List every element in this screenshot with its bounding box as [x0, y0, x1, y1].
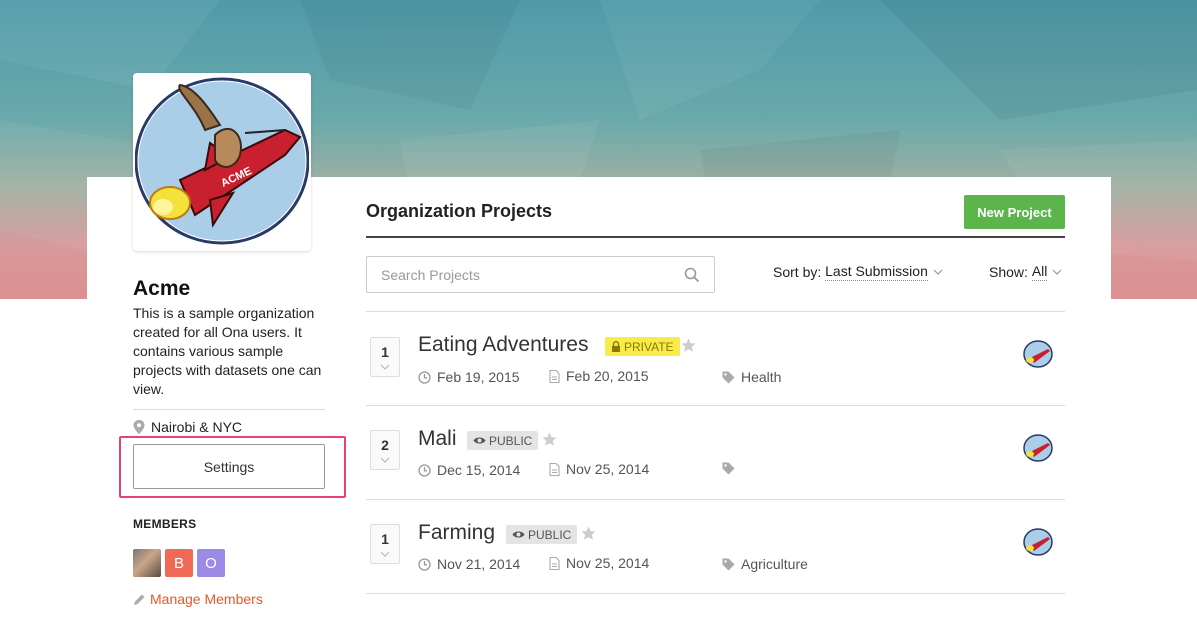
created-date: Feb 19, 2015 — [418, 369, 520, 385]
show-label: Show: — [989, 264, 1028, 280]
org-location: Nairobi & NYC — [133, 419, 242, 435]
created-date-text: Nov 21, 2014 — [437, 556, 521, 572]
chevron-down-icon[interactable] — [1052, 269, 1062, 275]
sort-label: Sort by: — [773, 264, 822, 280]
tag-icon — [722, 558, 735, 570]
chevron-down-icon[interactable] — [380, 364, 390, 370]
clock-icon — [418, 557, 431, 571]
project-tag-text[interactable]: Health — [741, 369, 781, 385]
vote-counter[interactable]: 1 — [370, 524, 400, 564]
project-row[interactable]: 1 Eating Adventures PRIVATE Feb 19, 2015… — [366, 312, 1065, 406]
updated-date-text: Nov 25, 2014 — [566, 461, 650, 477]
updated-date-text: Feb 20, 2015 — [566, 368, 649, 384]
tag-icon — [722, 371, 735, 383]
acme-rocket-logo: ACME — [135, 77, 309, 245]
tag-icon — [722, 462, 735, 475]
chevron-down-icon[interactable] — [933, 269, 943, 275]
search-icon[interactable] — [684, 267, 700, 283]
project-row[interactable]: 1 Farming PUBLIC Nov 21, 2014 Nov 25, 20… — [366, 500, 1065, 594]
new-project-button[interactable]: New Project — [964, 195, 1065, 229]
file-icon — [549, 369, 560, 383]
chevron-down-icon[interactable] — [380, 457, 390, 463]
manage-members-label[interactable]: Manage Members — [150, 591, 263, 607]
updated-date: Nov 25, 2014 — [549, 461, 649, 477]
project-tag-text[interactable]: Agriculture — [741, 556, 808, 572]
private-badge: PRIVATE — [605, 337, 680, 356]
vote-counter[interactable]: 2 — [370, 430, 400, 470]
chevron-down-icon[interactable] — [380, 551, 390, 557]
star-icon[interactable] — [542, 432, 557, 447]
search-input[interactable] — [381, 266, 684, 283]
clock-icon — [418, 463, 431, 477]
project-row[interactable]: 2 Mali PUBLIC Dec 15, 2014 Nov 25, 2014 — [366, 406, 1065, 500]
created-date-text: Dec 15, 2014 — [437, 462, 521, 478]
org-logo: ACME — [133, 73, 311, 251]
project-owner-logo[interactable] — [1023, 527, 1053, 557]
visibility-label: PRIVATE — [624, 339, 674, 354]
project-tag — [722, 462, 741, 475]
project-name[interactable]: Farming — [418, 521, 495, 545]
projects-title: Organization Projects — [366, 201, 553, 221]
project-tag: Health — [722, 369, 781, 385]
sidebar-divider — [133, 409, 325, 410]
project-owner-logo[interactable] — [1023, 339, 1053, 369]
pencil-icon — [134, 594, 145, 605]
created-date: Dec 15, 2014 — [418, 462, 520, 478]
public-badge: PUBLIC — [506, 525, 578, 544]
created-date: Nov 21, 2014 — [418, 556, 520, 572]
title-rule — [366, 236, 1065, 238]
file-icon — [549, 462, 560, 476]
member-avatar[interactable] — [133, 549, 161, 577]
lock-icon — [612, 341, 620, 352]
star-icon[interactable] — [681, 338, 696, 353]
public-badge: PUBLIC — [467, 431, 539, 450]
settings-button[interactable]: Settings — [133, 444, 325, 489]
vote-count: 1 — [381, 531, 389, 547]
org-location-text: Nairobi & NYC — [151, 419, 243, 435]
updated-date-text: Nov 25, 2014 — [566, 555, 650, 571]
member-avatar[interactable]: O — [197, 549, 225, 577]
vote-counter[interactable]: 1 — [370, 337, 400, 377]
row-divider — [366, 593, 1065, 594]
search-box[interactable] — [366, 256, 715, 293]
updated-date: Feb 20, 2015 — [549, 368, 649, 384]
created-date-text: Feb 19, 2015 — [437, 369, 520, 385]
show-value[interactable]: All — [1031, 263, 1048, 281]
member-avatar[interactable]: B — [165, 549, 193, 577]
org-name: Acme — [133, 277, 191, 300]
visibility-label: PUBLIC — [489, 433, 533, 448]
org-description: This is a sample organization created fo… — [133, 305, 322, 397]
star-icon[interactable] — [581, 526, 596, 541]
eye-icon — [473, 437, 486, 444]
updated-date: Nov 25, 2014 — [549, 555, 649, 571]
members-heading: MEMBERS — [133, 517, 197, 531]
visibility-label: PUBLIC — [528, 527, 572, 542]
file-icon — [549, 556, 560, 570]
show-dropdown[interactable]: Show: All — [989, 263, 1062, 281]
project-name[interactable]: Mali — [418, 427, 457, 451]
eye-icon — [512, 531, 525, 538]
manage-members-link[interactable]: Manage Members — [133, 591, 263, 607]
members-list: B O — [133, 549, 225, 577]
vote-count: 1 — [381, 344, 389, 360]
vote-count: 2 — [381, 437, 389, 453]
project-owner-logo[interactable] — [1023, 433, 1053, 463]
clock-icon — [418, 370, 431, 384]
project-name[interactable]: Eating Adventures — [418, 333, 588, 357]
map-pin-icon — [133, 420, 145, 434]
project-tag: Agriculture — [722, 556, 808, 572]
sort-value[interactable]: Last Submission — [825, 263, 928, 281]
sort-dropdown[interactable]: Sort by: Last Submission — [773, 263, 943, 281]
